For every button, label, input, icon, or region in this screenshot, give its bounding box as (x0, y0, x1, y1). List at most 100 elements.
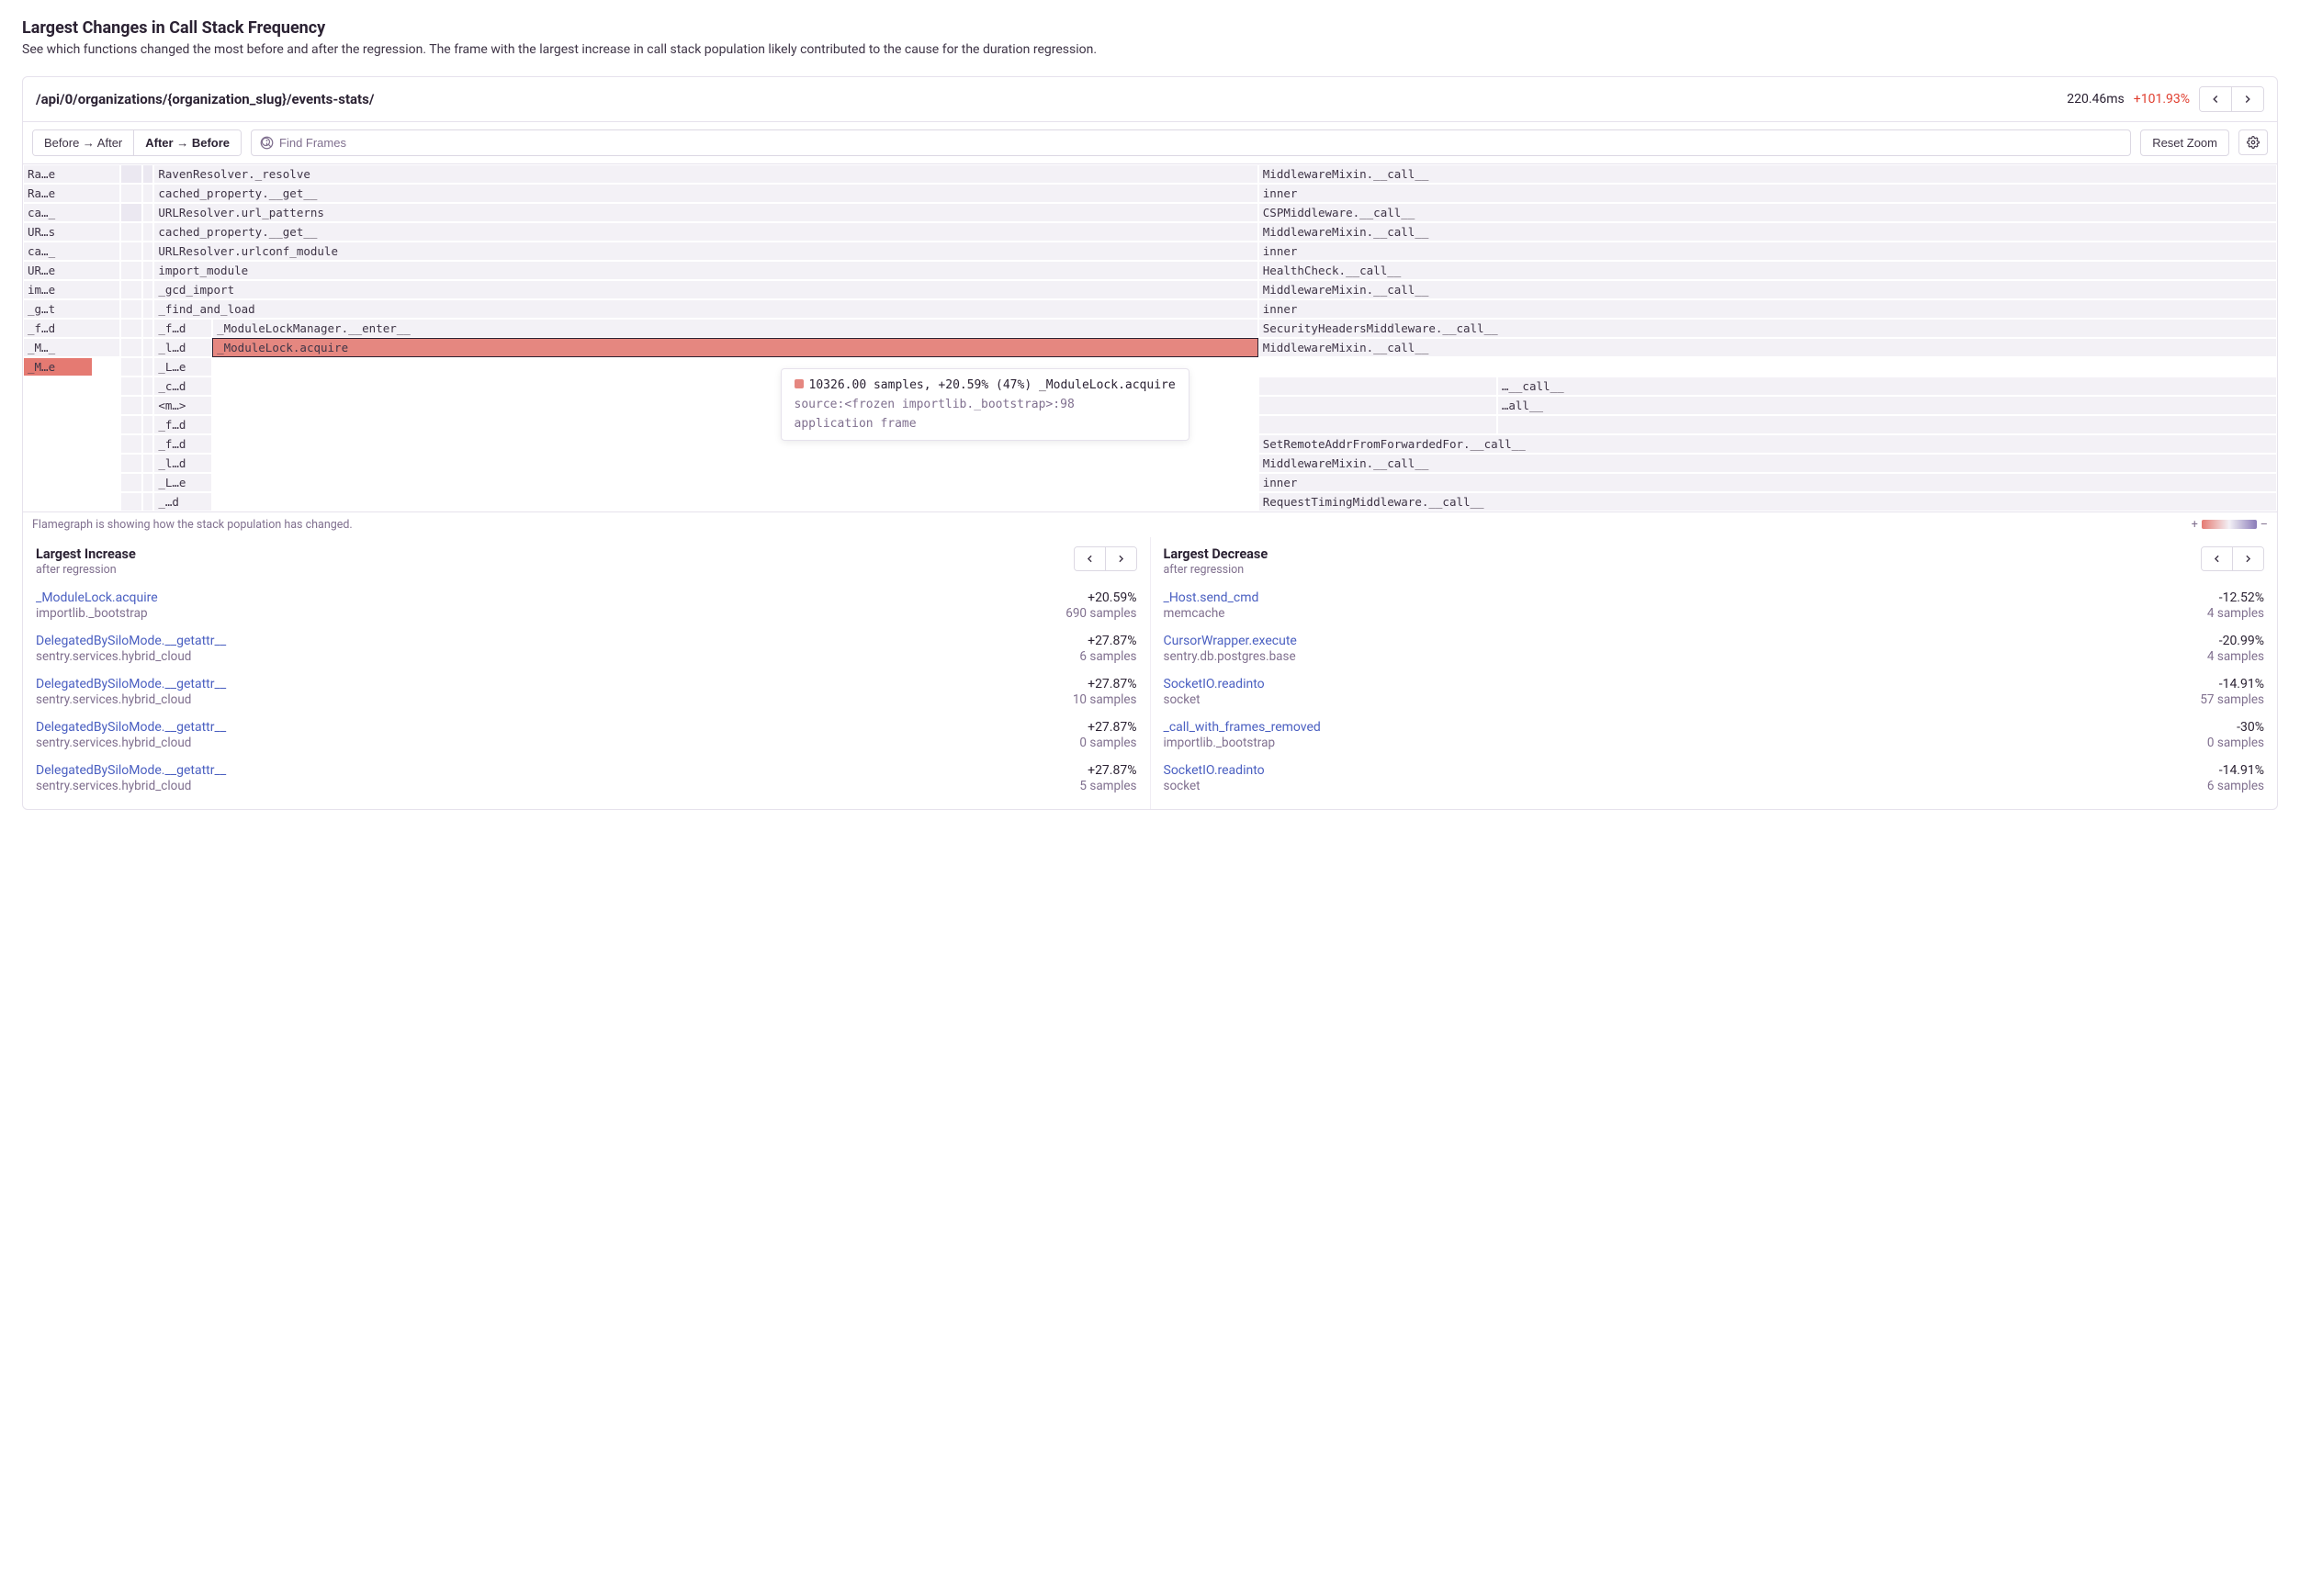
flame-frame[interactable] (120, 319, 143, 338)
flame-frame[interactable] (142, 184, 153, 203)
flame-frame[interactable] (142, 338, 153, 357)
flame-frame[interactable]: ca…_ (23, 203, 120, 222)
flame-frame[interactable]: _…d (153, 492, 212, 511)
flame-frame[interactable]: _ModuleLockManager.__enter__ (212, 319, 1258, 338)
flame-frame[interactable] (142, 242, 153, 261)
flame-frame[interactable] (142, 299, 153, 319)
flame-frame[interactable]: _gcd_import (153, 280, 1257, 299)
list-item[interactable]: SocketIO.readintosocket-14.91%57 samples (1164, 670, 2265, 714)
before-after-toggle[interactable]: Before → After (33, 130, 133, 155)
flame-frame[interactable]: cached_property.__get__ (153, 184, 1257, 203)
flame-frame[interactable] (120, 164, 143, 184)
flame-frame[interactable] (120, 242, 143, 261)
flame-frame[interactable] (142, 377, 153, 396)
flame-frame[interactable]: _M…_ (23, 338, 120, 357)
flame-frame[interactable]: _l…d (153, 338, 212, 357)
flame-frame[interactable]: SecurityHeadersMiddleware.__call__ (1258, 319, 2277, 338)
flame-frame[interactable] (142, 203, 153, 222)
search-input[interactable] (251, 129, 2131, 156)
flame-frame[interactable]: _find_and_load (153, 299, 1257, 319)
flame-frame[interactable] (120, 473, 143, 492)
flame-frame[interactable]: …all__ (1497, 396, 2277, 415)
flame-frame[interactable] (1258, 415, 1497, 434)
increase-next-button[interactable] (1105, 547, 1136, 570)
info-icon[interactable] (260, 136, 274, 150)
decrease-prev-button[interactable] (2202, 547, 2232, 570)
flame-frame[interactable] (120, 261, 143, 280)
flame-frame[interactable]: _f…d (153, 434, 212, 454)
flame-frame[interactable] (142, 280, 153, 299)
flame-frame[interactable]: CSPMiddleware.__call__ (1258, 203, 2277, 222)
flame-frame[interactable] (142, 222, 153, 242)
flame-frame[interactable]: _f…d (153, 319, 212, 338)
flame-frame[interactable] (142, 492, 153, 511)
next-button[interactable] (2231, 87, 2263, 111)
flame-frame[interactable]: UR…e (23, 261, 120, 280)
flame-frame[interactable]: im…e (23, 280, 120, 299)
flame-frame[interactable]: ca…_ (23, 242, 120, 261)
flame-frame[interactable] (142, 357, 153, 377)
flame-frame[interactable]: HealthCheck.__call__ (1258, 261, 2277, 280)
flame-frame[interactable] (142, 454, 153, 473)
flamegraph[interactable]: Ra…e RavenResolver._resolve MiddlewareMixi… (23, 164, 2277, 511)
flame-frame[interactable] (142, 164, 153, 184)
decrease-next-button[interactable] (2232, 547, 2263, 570)
flame-frame[interactable]: URLResolver.urlconf_module (153, 242, 1257, 261)
flame-frame[interactable] (120, 280, 143, 299)
settings-button[interactable] (2238, 129, 2268, 155)
flame-frame[interactable] (120, 203, 143, 222)
increase-prev-button[interactable] (1075, 547, 1105, 570)
flame-frame[interactable]: inner (1258, 184, 2277, 203)
list-item[interactable]: DelegatedBySiloMode.__getattr__sentry.se… (36, 627, 1137, 670)
list-item[interactable]: CursorWrapper.executesentry.db.postgres.… (1164, 627, 2265, 670)
flame-frame[interactable]: RequestTimingMiddleware.__call__ (1258, 492, 2277, 511)
flame-frame[interactable] (120, 377, 143, 396)
list-item[interactable]: DelegatedBySiloMode.__getattr__sentry.se… (36, 670, 1137, 714)
flame-frame[interactable]: _l…d (153, 454, 212, 473)
list-item[interactable]: SocketIO.readintosocket-14.91%6 samples (1164, 757, 2265, 800)
flame-frame[interactable]: _g…t (23, 299, 120, 319)
flame-frame[interactable]: URLResolver.url_patterns (153, 203, 1257, 222)
flame-frame[interactable]: Ra…e (23, 184, 120, 203)
flame-frame[interactable] (120, 434, 143, 454)
flame-frame[interactable]: _L…e (153, 357, 212, 377)
list-item[interactable]: _ModuleLock.acquireimportlib._bootstrap+… (36, 584, 1137, 627)
flame-frame[interactable] (1258, 396, 1497, 415)
flame-frame[interactable]: import_module (153, 261, 1257, 280)
flame-frame[interactable]: UR…s (23, 222, 120, 242)
flame-frame[interactable]: SetRemoteAddrFromForwardedFor.__call__ (1258, 434, 2277, 454)
flame-frame[interactable] (120, 454, 143, 473)
flame-frame[interactable]: inner (1258, 242, 2277, 261)
flame-frame[interactable] (1497, 415, 2277, 434)
list-item[interactable]: DelegatedBySiloMode.__getattr__sentry.se… (36, 714, 1137, 757)
flame-frame[interactable] (120, 338, 143, 357)
flame-frame[interactable] (120, 396, 143, 415)
flame-frame[interactable] (142, 434, 153, 454)
flame-frame[interactable]: _M…e (23, 357, 93, 377)
list-item[interactable]: _Host.send_cmdmemcache-12.52%4 samples (1164, 584, 2265, 627)
flame-frame[interactable]: inner (1258, 299, 2277, 319)
flame-frame[interactable]: MiddlewareMixin.__call__ (1258, 454, 2277, 473)
after-before-toggle[interactable]: After → Before (133, 130, 241, 155)
flame-frame[interactable]: inner (1258, 473, 2277, 492)
flame-frame[interactable] (120, 299, 143, 319)
flame-frame[interactable]: _ModuleLock.acquire (212, 338, 1258, 357)
flame-frame[interactable]: _c…d (153, 377, 212, 396)
flame-frame[interactable] (142, 396, 153, 415)
reset-zoom-button[interactable]: Reset Zoom (2140, 129, 2229, 156)
list-item[interactable]: _call_with_frames_removedimportlib._boot… (1164, 714, 2265, 757)
list-item[interactable]: DelegatedBySiloMode.__getattr__sentry.se… (36, 757, 1137, 800)
flame-frame[interactable] (120, 222, 143, 242)
flame-frame[interactable]: RavenResolver._resolve (153, 164, 1257, 184)
flame-frame[interactable] (120, 184, 143, 203)
flame-frame[interactable] (120, 357, 143, 377)
flame-frame[interactable]: MiddlewareMixin.__call__ (1258, 280, 2277, 299)
flame-frame[interactable]: _f…d (23, 319, 120, 338)
flame-frame[interactable] (1258, 377, 1497, 396)
flame-frame[interactable]: Ra…e (23, 164, 120, 184)
flame-frame[interactable]: MiddlewareMixin.__call__ (1258, 338, 2277, 357)
flame-frame[interactable]: …__call__ (1497, 377, 2277, 396)
flame-frame[interactable] (142, 261, 153, 280)
flame-frame[interactable] (120, 492, 143, 511)
flame-frame[interactable]: _f…d (153, 415, 212, 434)
